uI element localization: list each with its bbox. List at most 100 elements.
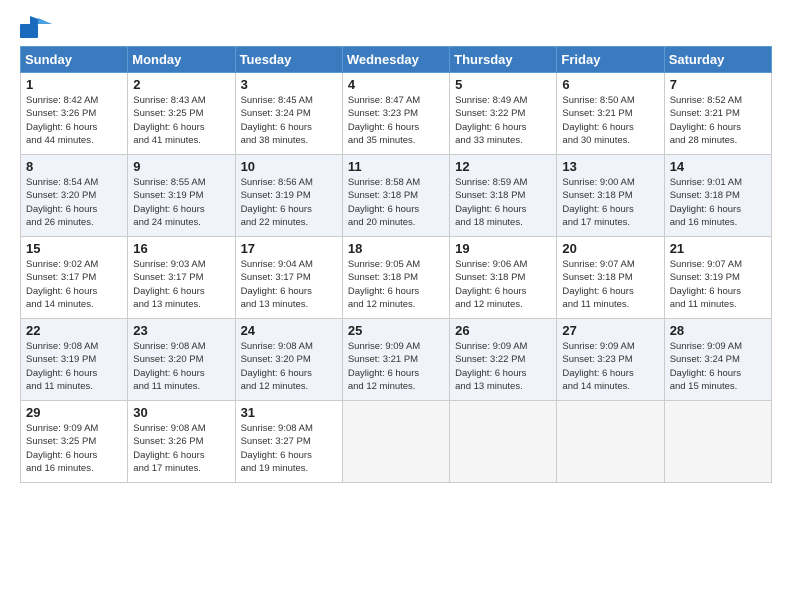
day-info: Sunrise: 9:08 AMSunset: 3:19 PMDaylight:… xyxy=(26,340,122,393)
calendar-cell: 30 Sunrise: 9:08 AMSunset: 3:26 PMDayligh… xyxy=(128,401,235,483)
calendar-cell xyxy=(557,401,664,483)
day-number: 14 xyxy=(670,159,766,174)
day-info: Sunrise: 9:03 AMSunset: 3:17 PMDaylight:… xyxy=(133,258,229,311)
calendar-cell: 5 Sunrise: 8:49 AMSunset: 3:22 PMDaylight… xyxy=(450,73,557,155)
logo-icon xyxy=(20,16,52,38)
day-number: 5 xyxy=(455,77,551,92)
day-number: 23 xyxy=(133,323,229,338)
day-number: 30 xyxy=(133,405,229,420)
weekday-header-wednesday: Wednesday xyxy=(342,47,449,73)
day-info: Sunrise: 9:02 AMSunset: 3:17 PMDaylight:… xyxy=(26,258,122,311)
weekday-header-friday: Friday xyxy=(557,47,664,73)
calendar-cell: 11Sunrise: 8:58 AMSunset: 3:18 PMDayligh… xyxy=(342,155,449,237)
day-info: Sunrise: 9:05 AMSunset: 3:18 PMDaylight:… xyxy=(348,258,444,311)
calendar-cell: 19Sunrise: 9:06 AMSunset: 3:18 PMDayligh… xyxy=(450,237,557,319)
day-number: 17 xyxy=(241,241,337,256)
day-number: 20 xyxy=(562,241,658,256)
day-number: 4 xyxy=(348,77,444,92)
day-number: 7 xyxy=(670,77,766,92)
day-number: 13 xyxy=(562,159,658,174)
calendar-cell: 20 Sunrise: 9:07 AMSunset: 3:18 PMDayligh… xyxy=(557,237,664,319)
weekday-header-tuesday: Tuesday xyxy=(235,47,342,73)
calendar-cell: 26 Sunrise: 9:09 AMSunset: 3:22 PMDayligh… xyxy=(450,319,557,401)
calendar-week-row: 22 Sunrise: 9:08 AMSunset: 3:19 PMDayligh… xyxy=(21,319,772,401)
day-info: Sunrise: 9:09 AMSunset: 3:23 PMDaylight:… xyxy=(562,340,658,393)
calendar-cell: 14 Sunrise: 9:01 AMSunset: 3:18 PMDayligh… xyxy=(664,155,771,237)
day-number: 27 xyxy=(562,323,658,338)
calendar-cell xyxy=(664,401,771,483)
calendar-cell: 16 Sunrise: 9:03 AMSunset: 3:17 PMDayligh… xyxy=(128,237,235,319)
day-number: 29 xyxy=(26,405,122,420)
day-info: Sunrise: 8:45 AMSunset: 3:24 PMDaylight:… xyxy=(241,94,337,147)
calendar-week-row: 1 Sunrise: 8:42 AMSunset: 3:26 PMDaylight… xyxy=(21,73,772,155)
calendar-cell: 9 Sunrise: 8:55 AMSunset: 3:19 PMDaylight… xyxy=(128,155,235,237)
calendar-cell: 15 Sunrise: 9:02 AMSunset: 3:17 PMDayligh… xyxy=(21,237,128,319)
calendar-cell: 4 Sunrise: 8:47 AMSunset: 3:23 PMDaylight… xyxy=(342,73,449,155)
day-number: 25 xyxy=(348,323,444,338)
calendar-cell: 10 Sunrise: 8:56 AMSunset: 3:19 PMDayligh… xyxy=(235,155,342,237)
day-info: Sunrise: 8:58 AMSunset: 3:18 PMDaylight:… xyxy=(348,176,444,229)
day-info: Sunrise: 9:04 AMSunset: 3:17 PMDaylight:… xyxy=(241,258,337,311)
day-info: Sunrise: 9:08 AMSunset: 3:20 PMDaylight:… xyxy=(241,340,337,393)
day-info: Sunrise: 8:56 AMSunset: 3:19 PMDaylight:… xyxy=(241,176,337,229)
calendar-cell: 1 Sunrise: 8:42 AMSunset: 3:26 PMDaylight… xyxy=(21,73,128,155)
day-info: Sunrise: 9:09 AMSunset: 3:24 PMDaylight:… xyxy=(670,340,766,393)
weekday-header-thursday: Thursday xyxy=(450,47,557,73)
calendar-cell: 31Sunrise: 9:08 AMSunset: 3:27 PMDayligh… xyxy=(235,401,342,483)
day-info: Sunrise: 9:09 AMSunset: 3:25 PMDaylight:… xyxy=(26,422,122,475)
day-number: 31 xyxy=(241,405,337,420)
calendar-cell: 7 Sunrise: 8:52 AMSunset: 3:21 PMDaylight… xyxy=(664,73,771,155)
calendar-cell: 21Sunrise: 9:07 AMSunset: 3:19 PMDayligh… xyxy=(664,237,771,319)
header xyxy=(20,16,772,38)
calendar-cell: 25 Sunrise: 9:09 AMSunset: 3:21 PMDayligh… xyxy=(342,319,449,401)
day-info: Sunrise: 8:50 AMSunset: 3:21 PMDaylight:… xyxy=(562,94,658,147)
day-number: 28 xyxy=(670,323,766,338)
day-info: Sunrise: 9:07 AMSunset: 3:18 PMDaylight:… xyxy=(562,258,658,311)
calendar-cell: 17 Sunrise: 9:04 AMSunset: 3:17 PMDayligh… xyxy=(235,237,342,319)
day-number: 1 xyxy=(26,77,122,92)
calendar: SundayMondayTuesdayWednesdayThursdayFrid… xyxy=(20,46,772,483)
day-info: Sunrise: 8:43 AMSunset: 3:25 PMDaylight:… xyxy=(133,94,229,147)
calendar-cell: 22 Sunrise: 9:08 AMSunset: 3:19 PMDayligh… xyxy=(21,319,128,401)
day-info: Sunrise: 8:54 AMSunset: 3:20 PMDaylight:… xyxy=(26,176,122,229)
day-info: Sunrise: 9:08 AMSunset: 3:20 PMDaylight:… xyxy=(133,340,229,393)
day-number: 8 xyxy=(26,159,122,174)
calendar-cell: 24 Sunrise: 9:08 AMSunset: 3:20 PMDayligh… xyxy=(235,319,342,401)
day-info: Sunrise: 9:08 AMSunset: 3:26 PMDaylight:… xyxy=(133,422,229,475)
day-number: 9 xyxy=(133,159,229,174)
day-info: Sunrise: 8:52 AMSunset: 3:21 PMDaylight:… xyxy=(670,94,766,147)
day-number: 12 xyxy=(455,159,551,174)
calendar-cell: 13 Sunrise: 9:00 AMSunset: 3:18 PMDayligh… xyxy=(557,155,664,237)
weekday-header-monday: Monday xyxy=(128,47,235,73)
day-number: 24 xyxy=(241,323,337,338)
day-number: 3 xyxy=(241,77,337,92)
calendar-week-row: 15 Sunrise: 9:02 AMSunset: 3:17 PMDayligh… xyxy=(21,237,772,319)
day-info: Sunrise: 8:47 AMSunset: 3:23 PMDaylight:… xyxy=(348,94,444,147)
day-number: 15 xyxy=(26,241,122,256)
day-number: 21 xyxy=(670,241,766,256)
calendar-cell: 2Sunrise: 8:43 AMSunset: 3:25 PMDaylight… xyxy=(128,73,235,155)
calendar-week-row: 29 Sunrise: 9:09 AMSunset: 3:25 PMDayligh… xyxy=(21,401,772,483)
day-number: 22 xyxy=(26,323,122,338)
calendar-week-row: 8 Sunrise: 8:54 AMSunset: 3:20 PMDaylight… xyxy=(21,155,772,237)
day-info: Sunrise: 9:09 AMSunset: 3:21 PMDaylight:… xyxy=(348,340,444,393)
calendar-cell: 12Sunrise: 8:59 AMSunset: 3:18 PMDayligh… xyxy=(450,155,557,237)
day-info: Sunrise: 8:49 AMSunset: 3:22 PMDaylight:… xyxy=(455,94,551,147)
day-info: Sunrise: 9:09 AMSunset: 3:22 PMDaylight:… xyxy=(455,340,551,393)
day-info: Sunrise: 9:00 AMSunset: 3:18 PMDaylight:… xyxy=(562,176,658,229)
day-info: Sunrise: 9:01 AMSunset: 3:18 PMDaylight:… xyxy=(670,176,766,229)
calendar-cell: 29 Sunrise: 9:09 AMSunset: 3:25 PMDayligh… xyxy=(21,401,128,483)
day-number: 19 xyxy=(455,241,551,256)
calendar-cell: 18Sunrise: 9:05 AMSunset: 3:18 PMDayligh… xyxy=(342,237,449,319)
page: SundayMondayTuesdayWednesdayThursdayFrid… xyxy=(0,0,792,493)
weekday-header-saturday: Saturday xyxy=(664,47,771,73)
calendar-cell: 28 Sunrise: 9:09 AMSunset: 3:24 PMDayligh… xyxy=(664,319,771,401)
day-number: 16 xyxy=(133,241,229,256)
calendar-cell: 23 Sunrise: 9:08 AMSunset: 3:20 PMDayligh… xyxy=(128,319,235,401)
day-info: Sunrise: 8:42 AMSunset: 3:26 PMDaylight:… xyxy=(26,94,122,147)
day-info: Sunrise: 8:55 AMSunset: 3:19 PMDaylight:… xyxy=(133,176,229,229)
day-number: 10 xyxy=(241,159,337,174)
day-number: 26 xyxy=(455,323,551,338)
logo xyxy=(20,16,60,38)
calendar-cell xyxy=(450,401,557,483)
